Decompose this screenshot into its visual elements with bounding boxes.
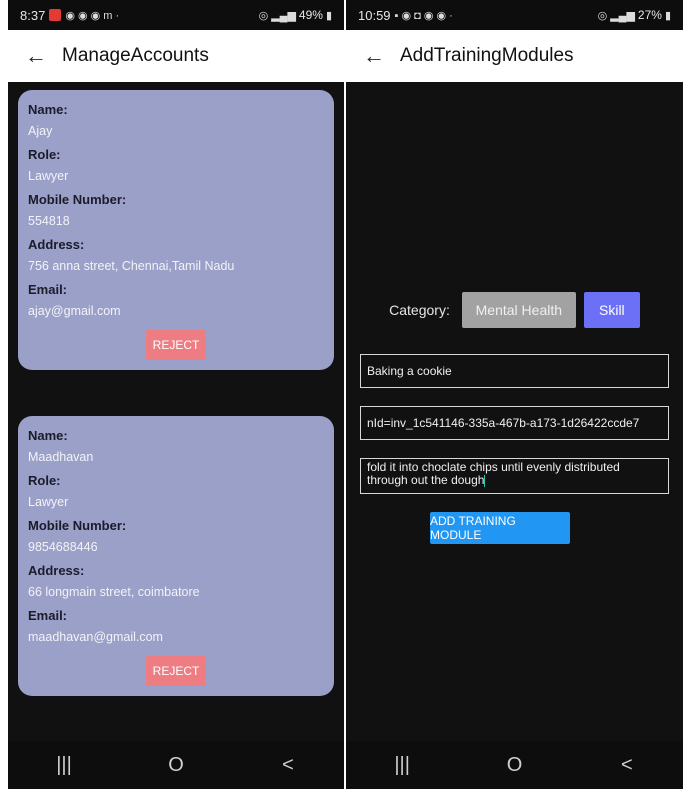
mobile-value: 9854688446 [28,540,98,554]
mobile-label: Mobile Number: [28,518,127,533]
role-value: Lawyer [28,169,69,183]
home-icon[interactable]: O [146,754,206,777]
email-value: maadhavan@gmail.com [28,630,163,644]
page-title: ManageAccounts [62,45,209,66]
wifi-icon: ◎ [597,9,608,22]
module-title-input[interactable]: Baking a cookie [360,354,669,388]
system-nav-bar: ||| O < [8,741,344,789]
status-bar: 10:59 ▪ ◉ ◘ ◉ ◉ · ◎ ▂▄▆ 27% ▮ [346,0,683,30]
text-cursor [484,474,486,487]
recents-icon[interactable]: ||| [372,754,432,777]
wifi-icon: ◎ [258,9,269,22]
module-title-value: Baking a cookie [367,364,452,378]
role-value: Lawyer [28,495,69,509]
name-label: Name: [28,428,68,443]
notification-icons: ▪ ◉ ◘ ◉ ◉ · [394,9,453,22]
notification-icons: ◉ ◉ ◉ m · [65,9,120,22]
category-label: Category: [389,302,450,318]
description-input[interactable]: fold it into choclate chips until evenly… [360,458,669,494]
home-icon[interactable]: O [484,754,544,777]
name-label: Name: [28,102,68,117]
account-card: Name: Maadhavan Role: Lawyer Mobile Numb… [18,416,334,696]
battery-percent: 49% [298,8,323,22]
back-nav-icon[interactable]: < [258,754,318,777]
add-training-modules-screen: 10:59 ▪ ◉ ◘ ◉ ◉ · ◎ ▂▄▆ 27% ▮ ← AddTrain… [346,0,683,789]
address-value: 756 anna street, Chennai,Tamil Nadu [28,259,235,273]
recents-icon[interactable]: ||| [34,754,94,777]
signal-icon: ▂▄▆ [610,9,635,22]
message-notification-icon [49,9,62,21]
reject-button[interactable]: REJECT [146,330,206,360]
accounts-list[interactable]: Name: Ajay Role: Lawyer Mobile Number: 5… [8,82,344,741]
app-bar: ← ManageAccounts [8,30,344,82]
back-nav-icon[interactable]: < [597,754,657,777]
back-arrow-icon[interactable]: ← [16,43,56,69]
role-label: Role: [28,473,61,488]
category-selector: Category: Mental Health Skill [346,292,683,328]
app-bar: ← AddTrainingModules [346,30,683,82]
role-label: Role: [28,147,61,162]
mobile-label: Mobile Number: [28,192,127,207]
page-title: AddTrainingModules [400,45,574,66]
nid-input[interactable]: nId=inv_1c541146-335a-467b-a173-1d26422c… [360,406,669,440]
training-form: Category: Mental Health Skill Baking a c… [346,82,683,741]
address-label: Address: [28,563,85,578]
manage-accounts-screen: 8:37 ◉ ◉ ◉ m · ◎ ▂▄▆ 49% ▮ ← ManageAccou… [8,0,344,789]
status-time: 10:59 [358,7,391,23]
address-value: 66 longmain street, coimbatore [28,585,200,599]
name-value: Ajay [28,124,53,138]
signal-icon: ▂▄▆ [271,9,296,22]
battery-icon: ▮ [664,9,671,22]
battery-icon: ▮ [325,9,332,22]
status-bar: 8:37 ◉ ◉ ◉ m · ◎ ▂▄▆ 49% ▮ [8,0,344,30]
nid-value: nId=inv_1c541146-335a-467b-a173-1d26422c… [367,416,640,430]
reject-button[interactable]: REJECT [146,656,206,686]
add-training-module-button[interactable]: ADD TRAINING MODULE [430,512,570,544]
account-card: Name: Ajay Role: Lawyer Mobile Number: 5… [18,90,334,370]
system-nav-bar: ||| O < [346,741,683,789]
category-mental-health-button[interactable]: Mental Health [461,292,576,328]
mobile-value: 554818 [28,214,70,228]
address-label: Address: [28,237,85,252]
email-value: ajay@gmail.com [28,304,121,318]
description-line-2-wrap: through out the dough [367,473,486,487]
back-arrow-icon[interactable]: ← [354,43,394,69]
category-skill-button[interactable]: Skill [583,292,640,328]
battery-percent: 27% [637,8,662,22]
status-time: 8:37 [20,7,46,23]
email-label: Email: [28,608,68,623]
email-label: Email: [28,282,68,297]
name-value: Maadhavan [28,450,94,464]
description-line-2: through out the dough [367,473,485,487]
